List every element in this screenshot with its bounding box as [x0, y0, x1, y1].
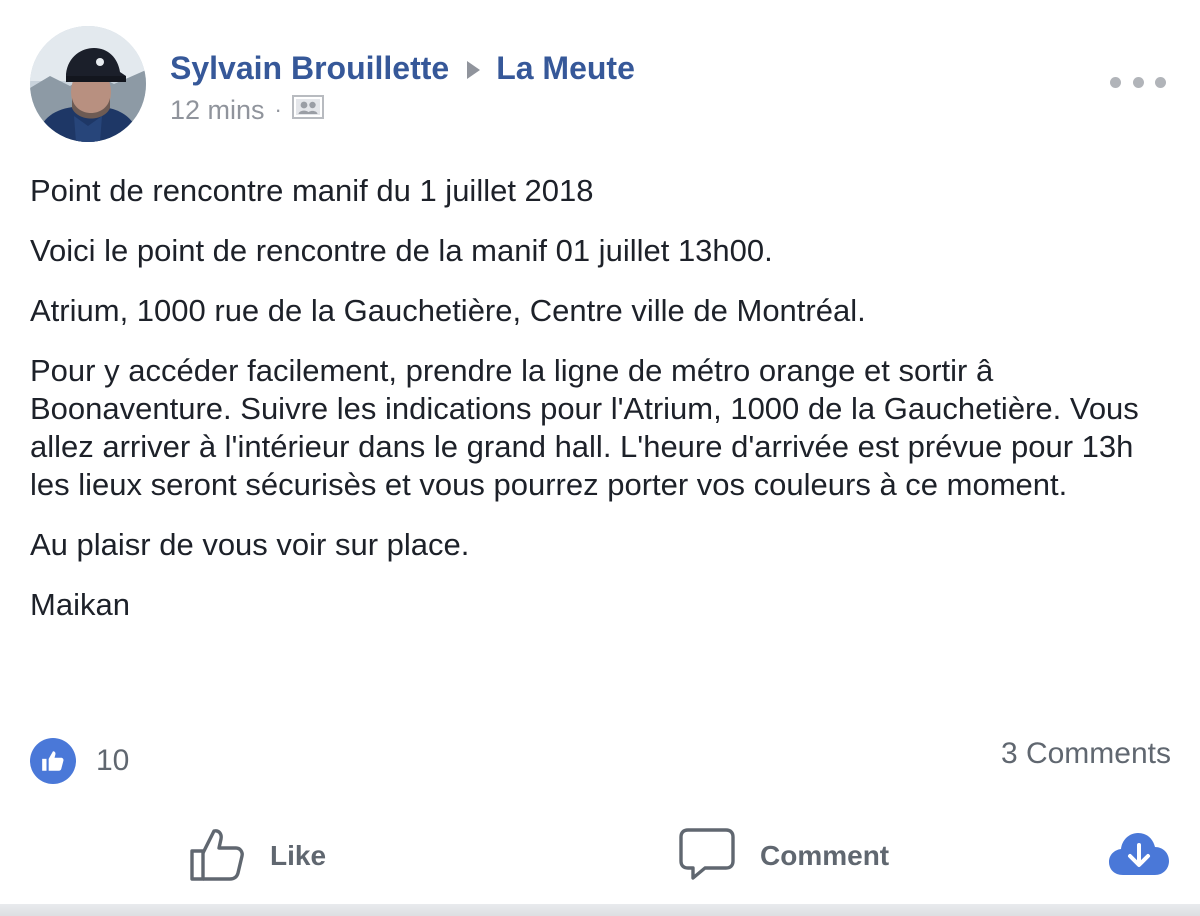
group-name-link[interactable]: La Meute	[496, 50, 635, 87]
reaction-count: 10	[96, 744, 130, 777]
ellipsis-dot	[1132, 76, 1144, 88]
triangle-right-icon	[467, 61, 481, 79]
like-button[interactable]: Like	[188, 812, 326, 900]
post-paragraph: Voici le point de rencontre de la manif …	[30, 233, 773, 268]
ellipsis-icon[interactable]	[1110, 68, 1166, 96]
post-paragraph: Au plaisr de vous voir sur place.	[30, 527, 470, 562]
feed-divider	[0, 904, 1200, 916]
profile-photo	[30, 26, 146, 142]
feed-post: Sylvain Brouillette La Meute 12 mins · P…	[0, 0, 1200, 904]
thumbs-up-icon	[188, 825, 246, 888]
post-paragraph: Maikan	[30, 587, 130, 622]
like-label: Like	[270, 840, 327, 871]
speech-bubble-icon	[678, 826, 736, 887]
post-action-bar: Like Comment	[0, 812, 1200, 900]
meta-separator: ·	[274, 97, 282, 122]
comment-label: Comment	[760, 840, 890, 871]
ellipsis-dot	[1110, 76, 1121, 88]
comments-count-link[interactable]: 3 Comments	[1001, 734, 1171, 774]
reactions-summary[interactable]: 10	[30, 736, 129, 786]
post-author-line: Sylvain Brouillette La Meute	[170, 46, 635, 90]
post-paragraph: Point de rencontre manif du 1 juillet 20…	[30, 173, 594, 208]
author-avatar[interactable]	[30, 26, 146, 142]
post-paragraph: Pour y accéder facilement, prendre la li…	[30, 353, 1139, 502]
download-cloud-icon	[1107, 829, 1171, 884]
ellipsis-dot	[1155, 76, 1166, 88]
post-timestamp[interactable]: 12 mins	[170, 95, 265, 126]
closed-group-icon	[291, 94, 324, 126]
download-cloud-button[interactable]	[1106, 812, 1172, 900]
post-meta: 12 mins ·	[170, 92, 324, 128]
author-name-link[interactable]: Sylvain Brouillette	[170, 50, 449, 87]
post-text: Point de rencontre manif du 1 juillet 20…	[30, 172, 1180, 646]
like-reaction-icon	[30, 738, 76, 784]
comment-button[interactable]: Comment	[678, 812, 889, 900]
post-paragraph: Atrium, 1000 rue de la Gauchetière, Cent…	[30, 293, 866, 328]
